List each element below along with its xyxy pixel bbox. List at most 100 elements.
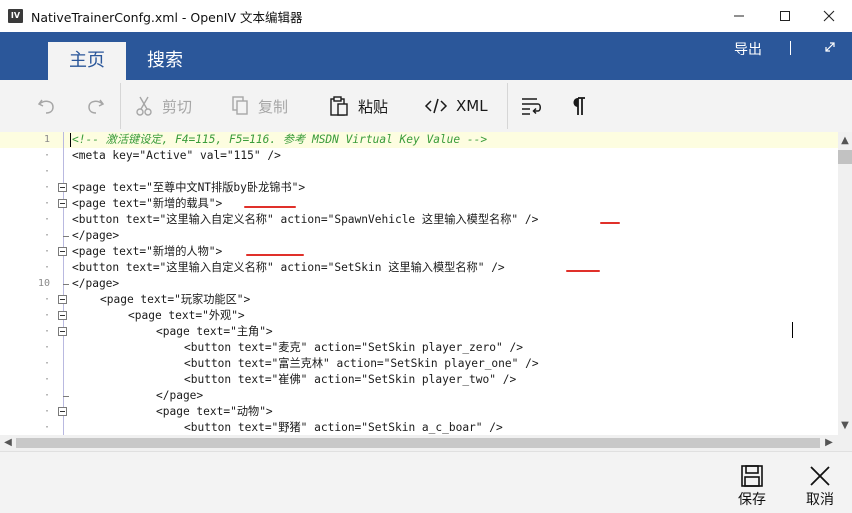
save-button[interactable]: 保存 [726, 462, 778, 510]
maximize-icon [780, 11, 790, 21]
cut-button[interactable]: 剪切 [134, 80, 192, 132]
paste-button[interactable]: 粘贴 [328, 80, 388, 132]
undo-icon [37, 99, 54, 114]
close-icon [823, 10, 835, 22]
line-number: · [43, 422, 50, 433]
word-wrap-button[interactable] [520, 80, 542, 132]
pilcrow-icon [573, 97, 585, 115]
minimize-button[interactable] [716, 0, 762, 32]
code-line: <page text="主角"> [156, 325, 273, 338]
undo-button[interactable] [36, 80, 58, 132]
line-number: · [43, 214, 50, 225]
line-number: · [43, 326, 50, 337]
line-number: · [43, 390, 50, 401]
annotation-stroke [566, 270, 600, 272]
line-number: 10 [37, 278, 50, 289]
code-line: <page text="动物"> [156, 405, 273, 418]
code-line: <!-- 激活键设定, F4=115, F5=116. 参考 MSDN Virt… [72, 133, 488, 146]
fold-end-marker [63, 284, 69, 285]
window-title: NativeTrainerConfg.xml - OpenIV 文本编辑器 [31, 10, 303, 25]
toolbar-separator [120, 83, 121, 129]
expand-icon[interactable] [823, 40, 837, 54]
code-line: <button text="这里输入自定义名称" action="SpawnVe… [72, 213, 539, 226]
copy-icon [232, 96, 248, 115]
ribbon-tab-bar: 主页 搜索 导出 [0, 32, 852, 80]
annotation-stroke [600, 222, 620, 224]
fold-toggle[interactable] [58, 295, 67, 304]
export-button[interactable]: 导出 [734, 39, 762, 59]
fold-toggle[interactable] [58, 327, 67, 336]
minimize-icon [734, 15, 744, 17]
line-number: · [43, 182, 50, 193]
save-icon [741, 465, 763, 487]
line-number: · [43, 230, 50, 241]
line-number: · [43, 294, 50, 305]
mouse-ibeam-cursor [792, 322, 793, 338]
code-line: <page text="新增的人物"> [72, 245, 223, 258]
cancel-label: 取消 [806, 492, 834, 508]
scroll-up-icon[interactable]: ▲ [838, 135, 852, 147]
code-line: <meta key="Active" val="115" /> [72, 149, 281, 162]
ribbon-divider [790, 41, 791, 55]
fold-toggle[interactable] [58, 247, 67, 256]
horizontal-scroll-thumb[interactable] [16, 438, 820, 448]
xml-label: XML [456, 97, 488, 115]
line-number: · [43, 150, 50, 161]
word-wrap-icon [522, 98, 541, 115]
line-number: · [43, 166, 50, 177]
line-number: · [43, 342, 50, 353]
scissors-icon [136, 96, 152, 116]
toolbar-separator [507, 83, 508, 129]
scrollbar-corner [838, 435, 852, 451]
save-label: 保存 [738, 492, 766, 508]
fold-end-marker [63, 236, 69, 237]
line-number: 1 [43, 134, 50, 145]
code-line: <page text="玩家功能区"> [100, 293, 251, 306]
cancel-button[interactable]: 取消 [794, 462, 846, 510]
copy-label: 复制 [258, 97, 289, 116]
tab-search[interactable]: 搜索 [134, 42, 196, 80]
toolbar: 剪切 复制 粘贴 XML [0, 80, 852, 132]
scroll-left-icon[interactable]: ◀ [1, 437, 15, 449]
redo-button[interactable] [84, 80, 106, 132]
fold-toggle[interactable] [58, 407, 67, 416]
vertical-scrollbar[interactable]: ▲ ▼ [838, 132, 852, 435]
annotation-stroke [244, 206, 296, 208]
code-line: </page> [156, 389, 204, 402]
code-icon [424, 98, 448, 114]
paste-label: 粘贴 [358, 97, 389, 116]
code-line: <button text="这里输入自定义名称" action="SetSkin… [72, 261, 505, 274]
code-line: </page> [72, 229, 120, 242]
code-line: <button text="富兰克林" action="SetSkin play… [184, 357, 539, 370]
close-button[interactable] [806, 0, 852, 32]
tab-home[interactable]: 主页 [48, 42, 126, 80]
fold-toggle[interactable] [58, 311, 67, 320]
fold-toggle[interactable] [58, 183, 67, 192]
line-number: · [43, 310, 50, 321]
close-icon [810, 466, 830, 486]
code-line: <page text="外观"> [128, 309, 245, 322]
text-caret [70, 133, 71, 147]
code-line: <page text="至尊中文NT排版by卧龙锦书"> [72, 181, 306, 194]
line-number: · [43, 358, 50, 369]
line-number: · [43, 374, 50, 385]
redo-icon [88, 99, 105, 114]
fold-toggle[interactable] [58, 199, 67, 208]
footer-bar: 保存 取消 [0, 451, 852, 513]
code-line: </page> [72, 277, 120, 290]
code-line: <button text="麦克" action="SetSkin player… [184, 341, 523, 354]
show-symbols-button[interactable] [570, 80, 588, 132]
copy-button[interactable]: 复制 [230, 80, 288, 132]
xml-format-button[interactable]: XML [424, 80, 488, 132]
code-editor[interactable]: 1 · · · · · · · · 10 · · · · · · · · · <!-- 激活键设定, F4=115, … [0, 132, 852, 435]
scroll-down-icon[interactable]: ▼ [838, 420, 852, 432]
title-bar: IV NativeTrainerConfg.xml - OpenIV 文本编辑器 [0, 0, 852, 32]
code-line: <button text="野猪" action="SetSkin a_c_bo… [184, 421, 503, 434]
line-number: · [43, 406, 50, 417]
scroll-right-icon[interactable]: ▶ [822, 437, 836, 449]
maximize-button[interactable] [762, 0, 808, 32]
annotation-stroke [246, 254, 304, 256]
line-number: · [43, 262, 50, 273]
cut-label: 剪切 [162, 97, 193, 116]
vertical-scroll-thumb[interactable] [838, 150, 852, 164]
